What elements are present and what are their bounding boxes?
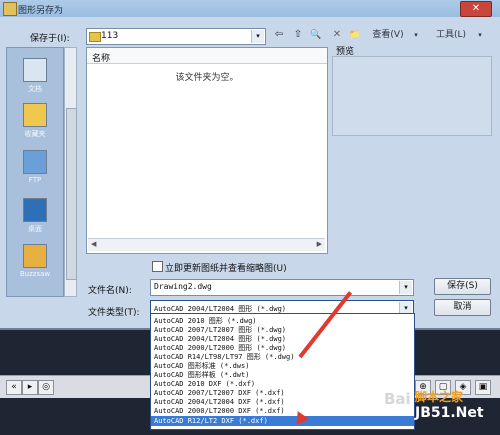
- empty-folder-message: 该文件夹为空。: [175, 73, 239, 83]
- place-documents[interactable]: 文档: [7, 58, 63, 94]
- save-in-value: 113: [101, 31, 119, 41]
- favorites-icon: [23, 103, 47, 127]
- documents-icon: [23, 58, 47, 82]
- save-in-combo[interactable]: 113 ▾: [86, 28, 266, 45]
- file-name-field[interactable]: Drawing2.dwg ▾: [150, 279, 414, 296]
- delete-button[interactable]: ✕: [330, 28, 344, 42]
- cad-tool-button[interactable]: ▸: [22, 380, 38, 395]
- horizontal-scrollbar[interactable]: ◀ ▶: [88, 238, 325, 251]
- file-type-label: 文件类型(T):: [88, 308, 140, 318]
- cad-tool-button[interactable]: ▣: [475, 380, 491, 395]
- places-bar: 文档 收藏夹 FTP 桌面 Buzzsaw: [6, 47, 64, 297]
- app-icon: [3, 2, 17, 16]
- close-button[interactable]: ✕: [460, 1, 492, 17]
- scroll-right-icon[interactable]: ▶: [317, 240, 322, 248]
- chevron-down-icon[interactable]: ▾: [476, 28, 484, 42]
- update-thumbnail-label: 立即更新图纸并查看缩略图(U): [165, 264, 287, 274]
- ftp-icon: [23, 150, 47, 174]
- file-type-option[interactable]: AutoCAD 2000/LT2000 DXF (*.dxf): [151, 406, 414, 416]
- update-thumbnail-checkbox[interactable]: [152, 261, 163, 272]
- save-button[interactable]: 保存(S): [434, 278, 491, 295]
- cad-zoom-icon[interactable]: ◎: [38, 380, 54, 395]
- place-buzzsaw[interactable]: Buzzsaw: [7, 244, 63, 278]
- new-folder-button[interactable]: 📁: [348, 28, 362, 42]
- place-desktop[interactable]: 桌面: [7, 198, 63, 234]
- file-list[interactable]: 名称 该文件夹为空。 ◀ ▶: [86, 47, 328, 254]
- chevron-down-icon[interactable]: ▾: [412, 28, 420, 42]
- cad-tool-button[interactable]: «: [6, 380, 22, 395]
- place-favorites[interactable]: 收藏夹: [7, 103, 63, 139]
- file-type-option-selected[interactable]: AutoCAD R12/LT2 DXF (*.dxf): [151, 416, 414, 426]
- chevron-down-icon[interactable]: ▾: [399, 281, 412, 294]
- file-name-label: 文件名(N):: [88, 286, 132, 296]
- window-title: 图形另存为: [18, 6, 64, 16]
- preview-pane: [332, 56, 492, 136]
- title-bar: 图形另存为 ✕: [0, 0, 500, 17]
- scrollbar-thumb[interactable]: [66, 108, 77, 280]
- folder-icon: [89, 32, 101, 42]
- tools-menu[interactable]: 工具(L): [428, 28, 474, 42]
- places-scrollbar[interactable]: [64, 47, 77, 297]
- save-in-label: 保存于(I):: [30, 34, 70, 44]
- place-ftp[interactable]: FTP: [7, 150, 63, 184]
- save-as-dialog: 图形另存为 ✕ 保存于(I): 113 ▾ ⇦ ⇧ 🔍 ✕ 📁 查看(V) ▾ …: [0, 0, 500, 330]
- watermark-prefix: Bai: [384, 390, 411, 408]
- up-folder-button[interactable]: ⇧: [291, 28, 305, 42]
- back-button[interactable]: ⇦: [272, 28, 286, 42]
- file-type-dropdown-list[interactable]: AutoCAD 2010 图形 (*.dwg) AutoCAD 2007/LT2…: [150, 313, 415, 430]
- search-icon[interactable]: 🔍: [309, 28, 323, 42]
- chevron-down-icon[interactable]: ▾: [251, 30, 264, 43]
- cancel-button[interactable]: 取消: [434, 299, 491, 316]
- desktop-icon: [23, 198, 47, 222]
- watermark-domain: JB51.Net: [415, 405, 484, 421]
- watermark-site: 脚本之家: [415, 390, 464, 404]
- buzzsaw-icon: [23, 244, 47, 268]
- scroll-left-icon[interactable]: ◀: [91, 240, 96, 248]
- column-header-name[interactable]: 名称: [87, 48, 327, 64]
- views-menu[interactable]: 查看(V): [368, 28, 408, 42]
